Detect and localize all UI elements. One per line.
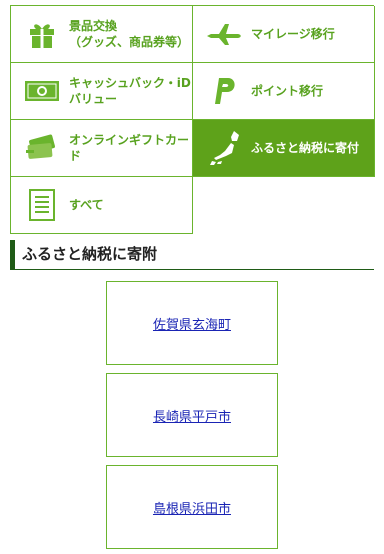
category-label: キャッシュバック・iD バリュー (69, 76, 191, 106)
category-label: ポイント移行 (251, 84, 324, 98)
section-title: ふるさと納税に寄附 (10, 240, 374, 270)
town-link-hirado[interactable]: 長崎県平戸市 (153, 406, 231, 425)
grid-empty-cell (193, 177, 375, 234)
town-card[interactable]: 島根県浜田市 (106, 465, 278, 549)
category-label: ふるさと納税に寄付 (251, 141, 360, 155)
gift-cards-icon (19, 128, 65, 168)
category-label: 景品交換 （グッズ、商品券等） (69, 19, 190, 49)
category-cashback[interactable]: キャッシュバック・iD バリュー (11, 63, 193, 120)
gift-icon (19, 14, 65, 54)
town-card[interactable]: 長崎県平戸市 (106, 373, 278, 457)
category-point-transfer[interactable]: ポイント移行 (193, 63, 375, 120)
japan-map-icon (201, 128, 247, 168)
category-mileage[interactable]: マイレージ移行 (193, 6, 375, 63)
category-grid: 景品交換 （グッズ、商品券等） マイレージ移行 キャッシュバック・iD バリュー… (10, 5, 375, 234)
list-document-icon (19, 185, 65, 225)
town-card[interactable]: 佐賀県玄海町 (106, 281, 278, 365)
point-p-icon (201, 71, 247, 111)
category-label: オンラインギフトカー ド (69, 133, 190, 163)
category-all[interactable]: すべて (11, 177, 193, 234)
category-label: すべて (69, 198, 104, 212)
town-link-hamada[interactable]: 島根県浜田市 (153, 498, 231, 517)
category-furusato-tax[interactable]: ふるさと納税に寄付 (193, 120, 375, 177)
cash-icon (19, 71, 65, 111)
town-link-genkai[interactable]: 佐賀県玄海町 (153, 314, 231, 333)
category-label: マイレージ移行 (251, 27, 335, 41)
category-online-gift-card[interactable]: オンラインギフトカー ド (11, 120, 193, 177)
airplane-icon (201, 14, 247, 54)
category-gift-exchange[interactable]: 景品交換 （グッズ、商品券等） (11, 6, 193, 63)
